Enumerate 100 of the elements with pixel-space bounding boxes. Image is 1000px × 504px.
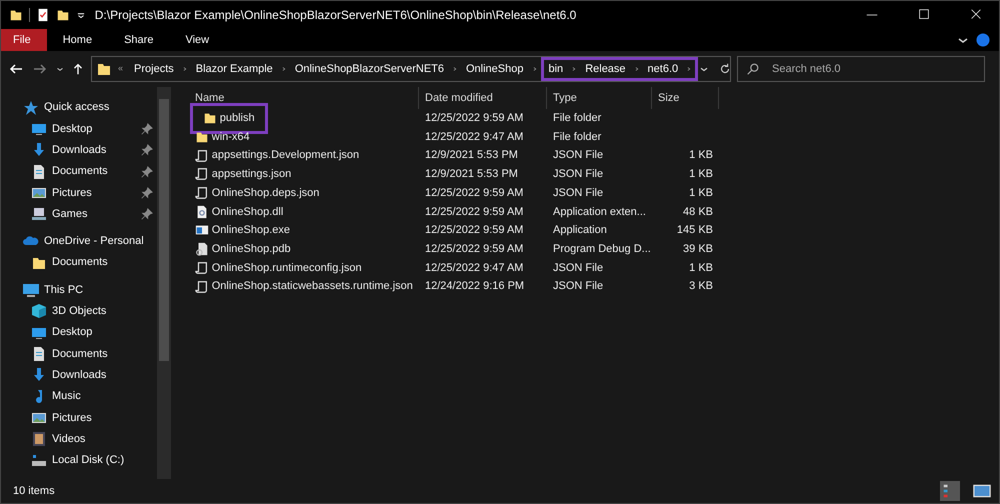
monitor-icon bbox=[23, 282, 39, 298]
script-icon bbox=[195, 260, 209, 275]
sidebar-item[interactable]: Quick access bbox=[44, 99, 110, 116]
file-name[interactable]: OnlineShop.dll bbox=[212, 204, 284, 220]
overflow-chevrons-icon: « bbox=[118, 62, 124, 76]
script-icon bbox=[195, 280, 209, 294]
sidebar-item[interactable]: Desktop bbox=[52, 120, 136, 138]
folder-icon bbox=[203, 111, 217, 126]
ribbon-tab[interactable]: Share bbox=[108, 29, 170, 51]
details-view-icon[interactable] bbox=[939, 481, 961, 501]
sidebar-item[interactable]: 3D Objects bbox=[52, 303, 157, 320]
sidebar-item[interactable]: Documents bbox=[52, 163, 136, 180]
document-icon bbox=[31, 164, 47, 180]
script-icon bbox=[195, 186, 209, 200]
type-cell-text: JSON File bbox=[553, 167, 604, 182]
sidebar-item[interactable]: Documents bbox=[52, 346, 157, 362]
document-icon bbox=[31, 346, 47, 362]
date-cell-text: 12/25/2022 9:59 AM bbox=[425, 242, 524, 257]
sidebar-item[interactable]: Videos bbox=[52, 430, 157, 448]
file-name[interactable]: OnlineShop.runtimeconfig.json bbox=[212, 260, 362, 276]
folder-icon[interactable] bbox=[56, 8, 70, 22]
size-cell-text: 39 KB bbox=[683, 242, 713, 257]
application-icon bbox=[195, 223, 209, 238]
column-header[interactable]: Name bbox=[189, 87, 419, 109]
column-header[interactable]: Size bbox=[652, 87, 719, 109]
sidebar-item[interactable]: Downloads bbox=[52, 366, 157, 384]
search-input[interactable]: Search net6.0 bbox=[770, 57, 984, 81]
date-cell-text: 12/9/2021 5:53 PM bbox=[425, 148, 518, 164]
type-cell-text: JSON File bbox=[553, 148, 604, 164]
size-cell-text: 1 KB bbox=[689, 167, 713, 182]
address-bar[interactable]: « Projects Blazor Example OnlineShopBlazorServerNET6 OnlineShop bin Release net6.0 bbox=[91, 56, 731, 82]
file-name[interactable]: OnlineShop.pdb bbox=[212, 240, 291, 258]
breadcrumb-segment[interactable]: Projects bbox=[129, 57, 179, 81]
type-cell-text: File folder bbox=[553, 111, 602, 126]
file-name[interactable]: publish bbox=[220, 110, 255, 127]
size-cell-text: 48 KB bbox=[683, 204, 713, 220]
date-cell-text: 12/25/2022 9:59 AM bbox=[425, 223, 524, 238]
search-field[interactable]: Search net6.0 bbox=[737, 56, 985, 82]
date-cell-text: 12/25/2022 9:47 AM bbox=[425, 130, 524, 145]
column-header[interactable]: Type bbox=[547, 87, 652, 109]
folder-icon bbox=[9, 8, 23, 22]
breadcrumb-segment[interactable]: OnlineShopBlazorServerNET6 bbox=[290, 57, 449, 81]
breadcrumb-segment[interactable]: net6.0 bbox=[642, 57, 684, 81]
type-cell-text: JSON File bbox=[553, 186, 604, 201]
file-name[interactable]: appsettings.json bbox=[212, 166, 292, 183]
date-cell-text: 12/25/2022 9:47 AM bbox=[425, 260, 524, 276]
download-icon bbox=[31, 367, 47, 384]
type-cell-text: Application bbox=[553, 223, 607, 238]
column-header[interactable]: Date modified bbox=[419, 87, 547, 109]
computer-icon bbox=[31, 206, 47, 222]
ribbon-tab[interactable]: View bbox=[169, 29, 226, 51]
date-cell-text: 12/25/2022 9:59 AM bbox=[425, 204, 524, 220]
type-cell-text: JSON File bbox=[553, 260, 604, 276]
folder-icon bbox=[96, 61, 112, 77]
sidebar-item[interactable]: Music bbox=[52, 388, 157, 405]
download-icon bbox=[31, 142, 47, 158]
date-cell-text: 12/9/2021 5:53 PM bbox=[425, 167, 518, 182]
breadcrumb-segment[interactable]: Blazor Example bbox=[190, 57, 278, 81]
date-cell-text: 12/24/2022 9:16 PM bbox=[425, 279, 524, 294]
sidebar-item[interactable]: Pictures bbox=[52, 410, 157, 426]
music-note-icon bbox=[35, 388, 43, 404]
file-name[interactable]: OnlineShop.deps.json bbox=[212, 184, 320, 202]
sidebar-item[interactable]: Games bbox=[52, 206, 136, 222]
properties-icon[interactable] bbox=[36, 8, 50, 22]
film-icon bbox=[31, 431, 47, 448]
size-cell-text: 1 KB bbox=[689, 260, 713, 276]
file-name[interactable]: win-x64 bbox=[212, 128, 250, 146]
sidebar-item[interactable]: This PC bbox=[44, 282, 84, 298]
file-name[interactable]: OnlineShop.staticwebassets.runtime.json bbox=[212, 278, 413, 295]
sidebar-item[interactable]: Desktop bbox=[52, 324, 157, 341]
type-cell-text: JSON File bbox=[553, 279, 604, 294]
ribbon-tab[interactable]: Home bbox=[46, 29, 108, 51]
file-icon bbox=[195, 242, 209, 256]
script-icon bbox=[195, 167, 209, 182]
size-cell-text: 145 KB bbox=[676, 223, 713, 238]
sidebar-item[interactable]: Local Disk (C:) bbox=[52, 452, 157, 469]
window-title: D:\Projects\Blazor Example\OnlineShopBlazorServerNET6\OnlineShop\bin\Release\net6.0 bbox=[94, 7, 576, 24]
sidebar-item[interactable]: Documents bbox=[52, 254, 157, 271]
file-name[interactable]: OnlineShop.exe bbox=[212, 222, 290, 239]
date-cell-text: 12/25/2022 9:59 AM bbox=[425, 111, 524, 126]
sidebar-item[interactable]: OneDrive - Personal bbox=[44, 233, 144, 250]
search-icon bbox=[746, 62, 760, 76]
up-arrow-icon[interactable] bbox=[71, 61, 85, 77]
breadcrumb-segment[interactable]: Release bbox=[580, 57, 631, 81]
star-icon bbox=[23, 100, 39, 116]
script-icon bbox=[195, 148, 209, 163]
file-name[interactable]: appsettings.Development.json bbox=[212, 147, 360, 164]
sidebar-item[interactable]: Pictures bbox=[52, 184, 136, 202]
scrollbar[interactable] bbox=[157, 87, 171, 479]
item-count: 10 items bbox=[13, 484, 55, 499]
size-cell-text: 3 KB bbox=[689, 279, 713, 294]
breadcrumb-segment[interactable]: OnlineShop bbox=[461, 57, 528, 81]
date-cell-text: 12/25/2022 9:59 AM bbox=[425, 186, 524, 201]
cube-icon bbox=[31, 303, 47, 320]
type-cell-text: Application exten... bbox=[553, 204, 646, 220]
ribbon-tab[interactable]: File bbox=[1, 29, 47, 51]
size-cell-text: 1 KB bbox=[689, 148, 713, 164]
drive-icon bbox=[31, 452, 47, 468]
breadcrumb-segment[interactable]: bin bbox=[540, 57, 568, 81]
sidebar-item[interactable]: Downloads bbox=[52, 142, 136, 158]
